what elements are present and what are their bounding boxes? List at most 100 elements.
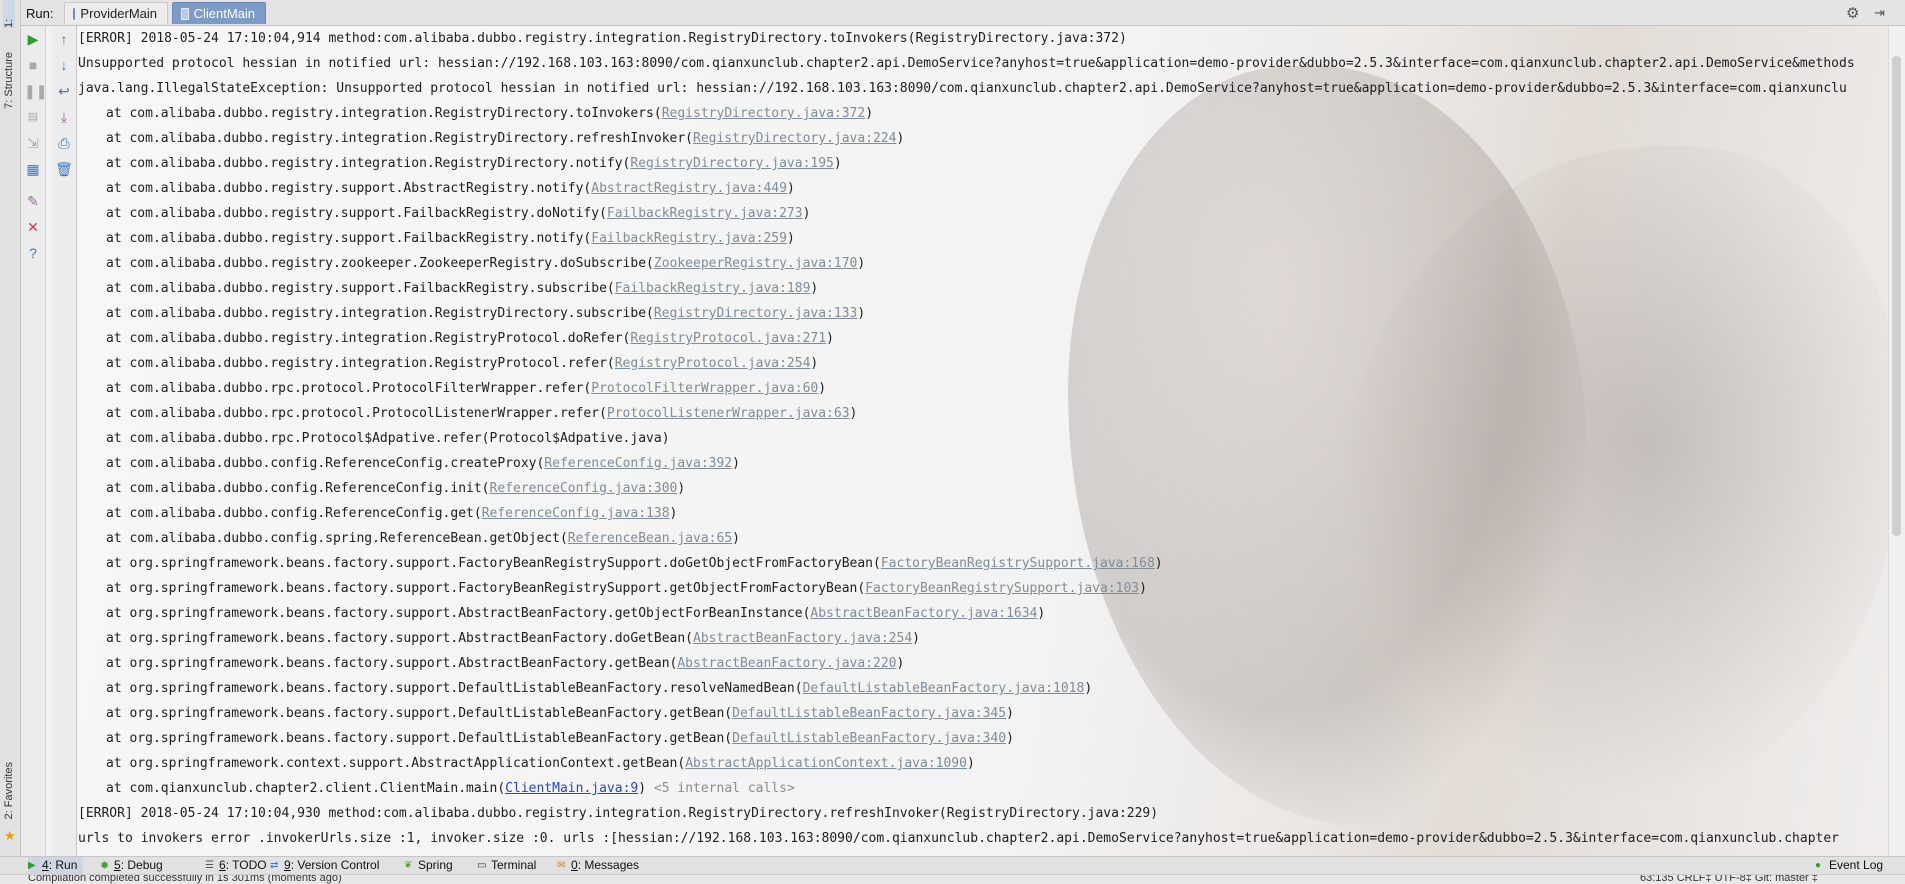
stack-frame: at com.alibaba.dubbo.rpc.Protocol$Adpati… bbox=[106, 431, 670, 446]
stack-frame: at com.alibaba.dubbo.config.ReferenceCon… bbox=[106, 481, 686, 496]
run-toolbar-secondary: ↑ ↓ ↩ ⤓ ⎙ 🗑 bbox=[52, 26, 77, 856]
help-icon[interactable]: ? bbox=[24, 244, 42, 262]
hide-panel-icon[interactable]: ⇥ bbox=[1874, 5, 1885, 21]
source-link[interactable]: ClientMain.java:9 bbox=[505, 781, 638, 796]
tool-event-log[interactable]: ● Event Log bbox=[1815, 857, 1883, 874]
scrollbar-thumb[interactable] bbox=[1892, 56, 1901, 536]
source-link[interactable]: ReferenceConfig.java:138 bbox=[482, 506, 670, 521]
stack-frame: at org.springframework.beans.factory.sup… bbox=[106, 731, 1014, 746]
source-link[interactable]: DefaultListableBeanFactory.java:340 bbox=[732, 731, 1006, 746]
stack-frame: at com.alibaba.dubbo.registry.integratio… bbox=[106, 331, 834, 346]
source-link[interactable]: AbstractBeanFactory.java:1634 bbox=[810, 606, 1037, 621]
source-link[interactable]: ReferenceConfig.java:392 bbox=[544, 456, 732, 471]
stack-frame: at org.springframework.beans.factory.sup… bbox=[106, 606, 1046, 621]
tool-version-control[interactable]: ⇄ 9: Version Control bbox=[270, 857, 379, 874]
todo-icon: ☰ bbox=[205, 859, 214, 871]
down-arrow-icon[interactable]: ↓ bbox=[55, 56, 73, 74]
stack-frame: at com.alibaba.dubbo.registry.integratio… bbox=[106, 306, 866, 321]
tool-spring[interactable]: ❦ Spring bbox=[404, 857, 453, 874]
source-link[interactable]: RegistryDirectory.java:195 bbox=[630, 156, 834, 171]
layout-icon[interactable]: ▦ bbox=[24, 160, 42, 178]
stack-frame: at com.alibaba.dubbo.registry.support.Ab… bbox=[106, 181, 795, 196]
status-bar: Compilation completed successfully in 1s… bbox=[0, 874, 1905, 884]
source-link[interactable]: RegistryProtocol.java:254 bbox=[615, 356, 811, 371]
tool-messages[interactable]: ✉ 0: Messages bbox=[557, 857, 639, 874]
dump-threads-icon[interactable]: ▤ bbox=[24, 108, 42, 126]
source-link[interactable]: ProtocolListenerWrapper.java:63 bbox=[607, 406, 850, 421]
source-link[interactable]: ProtocolFilterWrapper.java:60 bbox=[591, 381, 818, 396]
tool-run[interactable]: ▶ 4: Run bbox=[28, 857, 84, 874]
structure-tool-tab[interactable]: 7: Structure bbox=[3, 52, 15, 109]
stack-frame: at com.alibaba.dubbo.rpc.protocol.Protoc… bbox=[106, 406, 858, 421]
favorites-tool-tab[interactable]: 2: Favorites bbox=[3, 762, 15, 819]
debug-icon: ✹ bbox=[100, 859, 110, 872]
stack-frame: at com.alibaba.dubbo.registry.support.Fa… bbox=[106, 231, 795, 246]
source-link[interactable]: AbstractApplicationContext.java:1090 bbox=[685, 756, 967, 771]
scroll-to-end-icon[interactable]: ⤓ bbox=[55, 108, 73, 126]
up-arrow-icon[interactable]: ↑ bbox=[55, 30, 73, 48]
star-icon: ★ bbox=[4, 828, 16, 843]
tab-client-main[interactable]: ClientMain bbox=[172, 2, 266, 24]
source-link[interactable]: RegistryDirectory.java:224 bbox=[693, 131, 897, 146]
error-message: Unsupported protocol hessian in notified… bbox=[78, 56, 1855, 71]
run-icon[interactable]: ▶ bbox=[24, 30, 42, 48]
source-link[interactable]: AbstractBeanFactory.java:220 bbox=[677, 656, 896, 671]
stack-frame: at org.springframework.beans.factory.sup… bbox=[106, 581, 1147, 596]
source-link[interactable]: FactoryBeanRegistrySupport.java:103 bbox=[865, 581, 1139, 596]
source-link[interactable]: AbstractBeanFactory.java:254 bbox=[693, 631, 912, 646]
source-link[interactable]: RegistryDirectory.java:133 bbox=[654, 306, 858, 321]
stack-frame: at com.alibaba.dubbo.registry.support.Fa… bbox=[106, 281, 819, 296]
source-link[interactable]: ZookeeperRegistry.java:170 bbox=[654, 256, 858, 271]
stack-frame: at org.springframework.beans.factory.sup… bbox=[106, 656, 905, 671]
tab-label: ClientMain bbox=[193, 6, 255, 21]
run-toolbar-primary: ▶ ■ ❚❚ ▤ ⇲ ▦ ✎ ✕ ? bbox=[21, 26, 47, 856]
source-link[interactable]: FailbackRegistry.java:259 bbox=[591, 231, 787, 246]
source-link[interactable]: DefaultListableBeanFactory.java:1018 bbox=[803, 681, 1085, 696]
vertical-scrollbar[interactable] bbox=[1888, 26, 1905, 856]
source-link[interactable]: RegistryDirectory.java:372 bbox=[662, 106, 866, 121]
tool-todo[interactable]: ☰ 6: TODO bbox=[205, 857, 267, 874]
source-link[interactable]: DefaultListableBeanFactory.java:345 bbox=[732, 706, 1006, 721]
pin-icon[interactable]: ✎ bbox=[24, 192, 42, 210]
stack-frame: at com.alibaba.dubbo.rpc.protocol.Protoc… bbox=[106, 381, 827, 396]
tab-label: ProviderMain bbox=[80, 6, 157, 21]
stack-frame: at com.alibaba.dubbo.config.spring.Refer… bbox=[106, 531, 740, 546]
stack-frame: at com.alibaba.dubbo.registry.support.Fa… bbox=[106, 206, 811, 221]
stack-frame: at org.springframework.beans.factory.sup… bbox=[106, 631, 920, 646]
source-link[interactable]: ReferenceBean.java:65 bbox=[568, 531, 732, 546]
stop-icon[interactable]: ■ bbox=[24, 56, 42, 74]
status-info: 63:135 CRLF‡ UTF-8‡ Git: master ‡ bbox=[1640, 874, 1818, 884]
error-header: [ERROR] 2018-05-24 17:10:04,914 method:c… bbox=[78, 31, 1127, 46]
tool-terminal[interactable]: ▭ Terminal bbox=[477, 857, 536, 874]
soft-wrap-icon[interactable]: ↩ bbox=[55, 82, 73, 100]
stack-frame: at org.springframework.context.support.A… bbox=[106, 756, 975, 771]
source-link[interactable]: FailbackRegistry.java:189 bbox=[615, 281, 811, 296]
source-link[interactable]: RegistryProtocol.java:271 bbox=[630, 331, 826, 346]
stack-frame: at org.springframework.beans.factory.sup… bbox=[106, 706, 1014, 721]
console-output[interactable]: [ERROR] 2018-05-24 17:10:04,914 method:c… bbox=[78, 26, 1888, 856]
pause-icon[interactable]: ❚❚ bbox=[24, 82, 47, 100]
internal-calls-fold[interactable]: <5 internal calls> bbox=[646, 781, 795, 796]
event-log-icon: ● bbox=[1815, 859, 1822, 871]
source-link[interactable]: ReferenceConfig.java:300 bbox=[490, 481, 678, 496]
print-icon[interactable]: ⎙ bbox=[55, 134, 73, 152]
stack-frame: at com.alibaba.dubbo.config.ReferenceCon… bbox=[106, 506, 678, 521]
spring-icon: ❦ bbox=[404, 859, 413, 871]
gear-icon[interactable]: ⚙ bbox=[1846, 4, 1859, 22]
stack-frame: at com.alibaba.dubbo.registry.integratio… bbox=[106, 156, 842, 171]
tab-provider-main[interactable]: ProviderMain bbox=[64, 2, 168, 24]
stack-frame: at com.alibaba.dubbo.registry.integratio… bbox=[106, 106, 874, 121]
source-link[interactable]: AbstractRegistry.java:449 bbox=[591, 181, 787, 196]
source-link[interactable]: FailbackRegistry.java:273 bbox=[607, 206, 803, 221]
clear-icon[interactable]: 🗑 bbox=[55, 160, 73, 178]
exit-icon[interactable]: ⇲ bbox=[24, 134, 42, 152]
stack-frame: at com.alibaba.dubbo.config.ReferenceCon… bbox=[106, 456, 740, 471]
source-link[interactable]: FactoryBeanRegistrySupport.java:168 bbox=[881, 556, 1155, 571]
stack-frame: at org.springframework.beans.factory.sup… bbox=[106, 556, 1163, 571]
stack-frame: at com.alibaba.dubbo.registry.integratio… bbox=[106, 356, 819, 371]
run-label: Run: bbox=[26, 6, 54, 21]
project-tool-tab[interactable]: 1: bbox=[3, 0, 15, 28]
close-icon[interactable]: ✕ bbox=[24, 218, 42, 236]
terminal-icon: ▭ bbox=[477, 859, 487, 871]
tool-debug[interactable]: ✹ 5: Debug bbox=[100, 857, 163, 874]
